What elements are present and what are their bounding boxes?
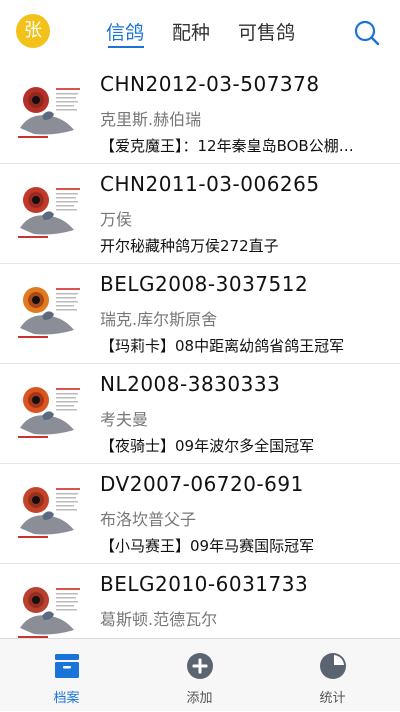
pigeon-list-item[interactable]: DV2007-06720-691 布洛坎普父子【小马赛王】09年马赛国际冠军 <box>0 464 400 564</box>
tab-pigeons[interactable]: 信鸽 <box>106 20 144 46</box>
ring-number: BELG2010-6031733 <box>100 572 309 596</box>
pigeon-photo <box>14 84 84 140</box>
owner-name: 克里斯.赫伯瑞 <box>100 110 202 129</box>
tab-add[interactable]: 添加 <box>133 639 266 712</box>
owner-name: 万侯 <box>100 210 133 229</box>
ring-number: NL2008-3830333 <box>100 372 281 396</box>
pigeon-list-item[interactable]: BELG2008-3037512 瑞克.库尔斯原舍【玛莉卡】08中距离幼鸽省鸽王冠… <box>0 264 400 364</box>
pigeon-description: 开尔秘藏种鸽万侯272直子 <box>100 237 279 255</box>
ring-number: BELG2008-3037512 <box>100 272 309 296</box>
ring-number: CHN2012-03-507378 <box>100 72 320 96</box>
pigeon-list-item[interactable]: NL2008-3830333 考夫曼【夜骑士】09年波尔多全国冠军 <box>0 364 400 464</box>
tab-breeding[interactable]: 配种 <box>172 20 210 46</box>
pigeon-photo <box>14 184 84 240</box>
pigeon-description: 【爱克魔王】：12年秦皇岛BOB公棚… <box>100 137 354 155</box>
search-icon <box>354 20 380 46</box>
pigeon-description: 【夜骑士】09年波尔多全国冠军 <box>100 437 315 455</box>
pigeon-list-item[interactable]: CHN2012-03-507378 克里斯.赫伯瑞【爱克魔王】：12年秦皇岛BOB… <box>0 64 400 164</box>
active-tab-indicator <box>108 46 144 48</box>
add-circle-icon <box>186 653 213 679</box>
pigeon-description: 【玛莉卡】08中距离幼鸽省鸽王冠军 <box>100 337 345 355</box>
tab-statistics[interactable]: 统计 <box>266 639 400 712</box>
owner-name: 葛斯顿.范德瓦尔 <box>100 610 218 629</box>
pigeon-photo <box>14 484 84 540</box>
pigeon-photo <box>14 584 84 638</box>
bottom-tab-bar: 档案 添加 统计 <box>0 638 400 711</box>
ring-number: CHN2011-03-006265 <box>100 172 320 196</box>
top-bar: 张 信鸽 配种 可售鸽 <box>0 0 400 64</box>
archive-icon <box>54 654 79 678</box>
pie-chart-icon <box>320 653 346 679</box>
owner-name: 考夫曼 <box>100 410 149 429</box>
search-button[interactable] <box>352 18 382 48</box>
tab-archive-label: 档案 <box>53 691 80 706</box>
tab-for-sale[interactable]: 可售鸽 <box>238 20 295 46</box>
tab-archive[interactable]: 档案 <box>0 639 133 712</box>
pigeon-list-item[interactable]: BELG2010-6031733 葛斯顿.范德瓦尔 <box>0 564 400 638</box>
pigeon-photo <box>14 384 84 440</box>
tab-add-label: 添加 <box>186 691 213 706</box>
pigeon-list: CHN2012-03-507378 克里斯.赫伯瑞【爱克魔王】：12年秦皇岛BOB… <box>0 64 400 638</box>
pigeon-description: 【小马赛王】09年马赛国际冠军 <box>100 537 315 555</box>
pigeon-photo <box>14 284 84 340</box>
pigeon-list-item[interactable]: CHN2011-03-006265 万侯开尔秘藏种鸽万侯272直子 <box>0 164 400 264</box>
owner-name: 布洛坎普父子 <box>100 510 197 529</box>
tab-statistics-label: 统计 <box>319 691 346 706</box>
ring-number: DV2007-06720-691 <box>100 472 304 496</box>
owner-name: 瑞克.库尔斯原舍 <box>100 310 218 329</box>
user-avatar[interactable]: 张 <box>16 14 50 48</box>
